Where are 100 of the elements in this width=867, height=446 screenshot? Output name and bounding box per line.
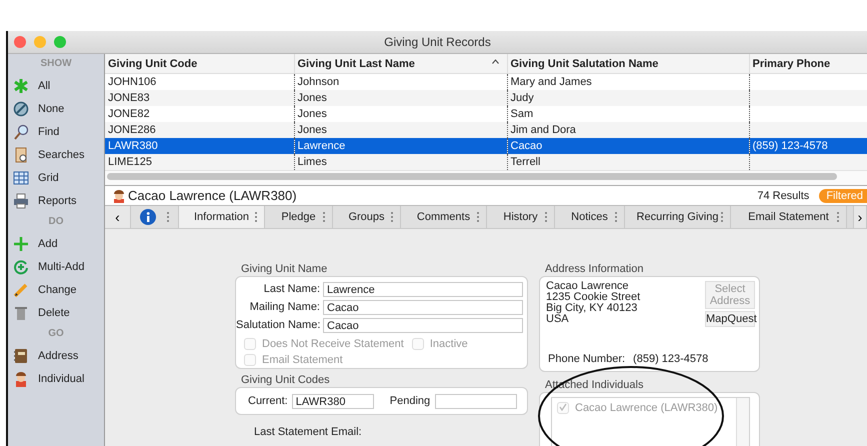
address-book-icon[interactable] — [13, 348, 29, 364]
tab-scroll-left-button[interactable]: ‹ — [105, 206, 131, 228]
list-scrollbar[interactable] — [736, 398, 749, 446]
table-cell: (859) 123-4578 — [752, 140, 828, 152]
pencil-icon[interactable] — [13, 282, 29, 298]
table-cell: JONE82 — [108, 108, 150, 120]
prohibited-icon[interactable] — [13, 100, 29, 116]
table-cell: Mary and James — [510, 76, 592, 88]
tab[interactable]: Email Statement — [731, 206, 847, 228]
table-cell: Terrell — [510, 156, 540, 168]
table-cell: Cacao — [510, 140, 542, 152]
record-title: Cacao Lawrence (LAWR380) — [128, 188, 298, 203]
trash-icon[interactable] — [13, 304, 29, 320]
text-field[interactable]: Lawrence — [323, 282, 523, 296]
field-label: Salutation Name: — [236, 319, 322, 331]
tab[interactable]: Groups — [333, 206, 401, 228]
table-cell: Jones — [298, 124, 327, 136]
tab[interactable]: History — [487, 206, 555, 228]
sidebar-item[interactable]: Individual — [38, 372, 84, 384]
printer-icon[interactable] — [13, 192, 29, 208]
more-icon[interactable] — [476, 211, 480, 223]
section-heading: SHOW — [40, 57, 72, 71]
checkbox-label: Inactive — [430, 338, 468, 350]
table-cell: JONE286 — [108, 124, 156, 136]
scrollbar-thumb[interactable] — [107, 173, 837, 180]
more-icon[interactable] — [836, 211, 840, 223]
text-field[interactable] — [435, 394, 518, 408]
text-field[interactable]: Cacao — [323, 300, 523, 314]
text-field[interactable]: Cacao — [323, 318, 523, 332]
sidebar-item[interactable]: Searches — [38, 148, 84, 160]
more-icon[interactable] — [614, 211, 618, 223]
more-icon[interactable] — [720, 211, 724, 223]
info-icon[interactable] — [140, 209, 156, 225]
group-title: Giving Unit Name — [241, 262, 328, 276]
sort-caret-icon[interactable] — [492, 59, 498, 64]
sidebar-item[interactable]: Grid — [38, 172, 59, 184]
sidebar-item[interactable]: Multi-Add — [38, 260, 84, 272]
plus-icon[interactable] — [13, 236, 29, 252]
field-label: Current: — [248, 395, 288, 407]
tab[interactable]: Notices — [555, 206, 625, 228]
tab[interactable] — [131, 206, 179, 228]
address-button: Select Address — [705, 281, 755, 309]
table-cell: LAWR380 — [108, 140, 158, 152]
tab[interactable]: Pledge — [265, 206, 333, 228]
table-cell: Judy — [510, 92, 534, 104]
sidebar-item[interactable]: All — [38, 80, 50, 92]
sidebar-item[interactable]: Reports — [38, 194, 77, 206]
document-search-icon[interactable] — [13, 146, 29, 162]
field-label: Phone Number: — [548, 353, 626, 365]
grid-icon[interactable] — [13, 170, 29, 186]
sidebar-item[interactable]: Find — [38, 126, 60, 138]
table-cell: LIME125 — [108, 156, 152, 168]
more-icon[interactable] — [390, 211, 394, 223]
field-label: Mailing Name: — [248, 301, 321, 313]
column-header[interactable]: Giving Unit Code — [105, 54, 294, 74]
sidebar-item[interactable]: Change — [38, 284, 77, 296]
table-cell: Sam — [510, 108, 534, 120]
field-label: Last Statement Email: — [254, 426, 362, 438]
field-label: Last Name: — [262, 283, 321, 295]
results-count: 74 Results — [757, 190, 810, 202]
tab[interactable]: Comments — [401, 206, 487, 228]
address-line: USA — [546, 314, 569, 325]
group-title: Address Information — [545, 262, 644, 276]
tab[interactable]: Information — [179, 206, 265, 228]
zoom-button[interactable] — [54, 36, 66, 48]
field-label: Pending — [390, 395, 430, 407]
table-cell: Johnson — [298, 76, 340, 88]
table-cell: JONE83 — [108, 92, 150, 104]
asterisk-icon[interactable] — [13, 78, 29, 94]
checkmark-icon — [559, 403, 567, 411]
column-header[interactable]: Primary Phone — [749, 54, 867, 74]
more-icon[interactable] — [544, 211, 548, 223]
sidebar-item[interactable]: Address — [38, 350, 78, 362]
more-icon[interactable] — [254, 211, 258, 223]
magnifier-icon[interactable] — [13, 124, 29, 140]
checkbox-label: Email Statement — [262, 354, 343, 366]
address-button[interactable]: MapQuest — [705, 311, 755, 327]
column-header[interactable]: Giving Unit Salutation Name — [507, 54, 749, 74]
column-header[interactable]: Giving Unit Last Name — [294, 54, 507, 74]
window-title: Giving Unit Records — [384, 35, 491, 49]
tab-scroll-right-button[interactable]: › — [853, 206, 867, 228]
table-cell: Lawrence — [298, 140, 346, 152]
more-icon[interactable] — [166, 211, 170, 223]
sidebar-item[interactable]: Delete — [38, 306, 70, 318]
table-cell: Jones — [298, 92, 327, 104]
text-field[interactable]: LAWR380 — [292, 394, 374, 408]
sidebar-item[interactable]: Add — [38, 238, 58, 250]
table-cell: Jim and Dora — [510, 124, 576, 136]
address-line: Cacao Lawrence — [546, 281, 630, 292]
more-icon[interactable] — [322, 211, 326, 223]
sidebar-item[interactable]: None — [38, 102, 64, 114]
circled-plus-icon[interactable] — [13, 258, 29, 274]
section-heading: DO — [48, 215, 64, 229]
close-button[interactable] — [14, 36, 26, 48]
table-cell: Limes — [298, 156, 327, 168]
table-cell: JOHN106 — [108, 76, 156, 88]
checkbox-label: Does Not Receive Statement — [262, 338, 404, 350]
group-title: Giving Unit Codes — [241, 373, 330, 387]
tab[interactable]: Recurring Giving — [625, 206, 731, 228]
person-icon[interactable] — [13, 370, 29, 386]
